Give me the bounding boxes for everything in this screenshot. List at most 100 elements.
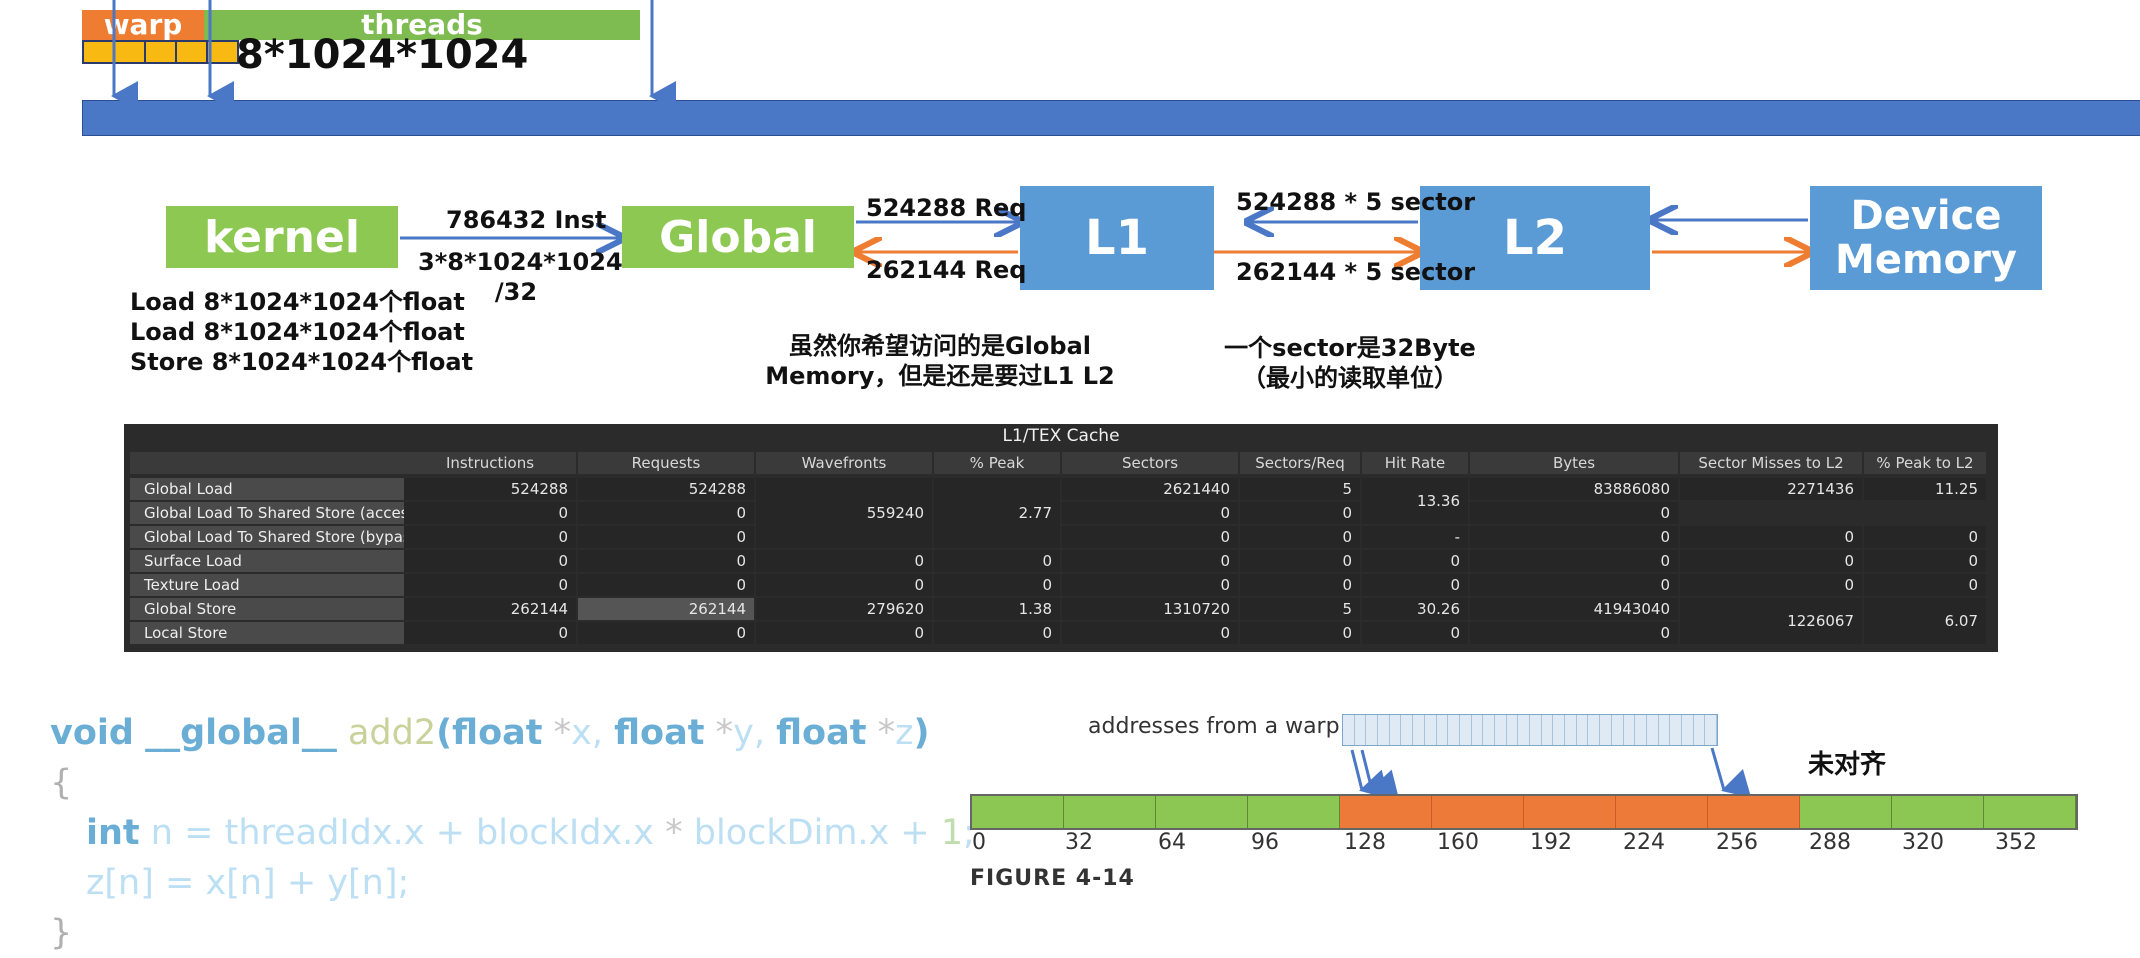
table-cell: 0 [1680, 550, 1862, 572]
column-header: Wavefronts [756, 452, 932, 474]
table-cell: 0 [1864, 574, 1986, 596]
l1-box: L1 [1020, 186, 1214, 290]
code-token: + [435, 813, 465, 853]
column-header: Bytes [1470, 452, 1678, 474]
code-token: 1 [940, 813, 964, 853]
code-token: int [86, 813, 140, 853]
addresses-label: addresses from a warp [1088, 714, 1340, 739]
memory-segment [1616, 796, 1708, 828]
code-token: } [50, 913, 73, 953]
figure-caption: FIGURE 4-14 [970, 866, 1135, 891]
table-cell: 0 [404, 526, 576, 548]
memory-segment [1064, 796, 1156, 828]
code-line-index: int n = threadIdx.x + blockIdx.x * block… [50, 808, 975, 858]
inst-label: 786432 Inst [446, 206, 607, 234]
code-token: z[n] [86, 863, 154, 903]
code-token: z [895, 713, 914, 753]
table-cell: 0 [1062, 502, 1238, 524]
column-header: Sectors [1062, 452, 1238, 474]
column-header: Hit Rate [1362, 452, 1468, 474]
table-cell: 0 [1362, 574, 1468, 596]
table-cell: 0 [404, 550, 576, 572]
code-line-signature: void __global__ add2(float *x, float *y,… [50, 708, 975, 758]
l1-tex-cache-table: L1/TEX Cache Instructions Requests Wavefro… [124, 424, 1998, 652]
tick-label: 32 [1065, 830, 1093, 855]
address-cell [1413, 715, 1425, 745]
table-cell: 2621440 [1062, 478, 1238, 500]
code-token: { [50, 763, 73, 803]
memory-segment [1984, 796, 2076, 828]
code-token: * [665, 813, 683, 853]
address-cell [1659, 715, 1671, 745]
table-cell: 5 [1240, 598, 1360, 620]
code-token: threadIdx.x [224, 813, 425, 853]
memory-segment [1524, 796, 1616, 828]
sector-store-label: 262144 * 5 sector [1236, 258, 1476, 286]
code-token: = [184, 813, 214, 853]
warp-addr-arrow [1350, 749, 1389, 799]
address-cell [1600, 715, 1612, 745]
address-cell [1577, 715, 1589, 745]
table-cell: 0 [1470, 502, 1678, 524]
memory-segment [1432, 796, 1524, 828]
tick-label: 160 [1437, 830, 1479, 855]
table-cell: 5 [1240, 478, 1360, 500]
table-cell: 0 [1680, 574, 1862, 596]
kernel-op-3: Store 8*1024*1024个float [130, 348, 474, 376]
address-cell [1612, 715, 1624, 745]
global-box: Global [622, 206, 854, 268]
code-token: ) [913, 713, 930, 753]
code-block: void __global__ add2(float *x, float *y,… [50, 708, 975, 958]
address-cell [1647, 715, 1659, 745]
address-cell [1694, 715, 1706, 745]
table-cell: 1.38 [934, 598, 1060, 620]
table-cell: 0 [1240, 550, 1360, 572]
table-cell: 0 [578, 502, 754, 524]
table-cell: 83886080 [1470, 478, 1678, 500]
table-cell: 0 [1470, 622, 1678, 644]
table-cell: 0 [1240, 526, 1360, 548]
code-token: blockIdx.x [476, 813, 654, 853]
code-token: = [165, 863, 195, 903]
code-token: x[n] [205, 863, 276, 903]
note-global-line2: Memory，但是还是要过L1 L2 [765, 362, 1115, 390]
address-cell [1670, 715, 1682, 745]
code-token: + [900, 813, 930, 853]
merged-cell: 2.77 [934, 478, 1060, 548]
column-header: % Peak to L2 [1864, 452, 1986, 474]
code-token: ( [436, 713, 453, 753]
table-cell: 0 [934, 550, 1060, 572]
address-cell [1355, 715, 1367, 745]
table-cell: 0 [1362, 622, 1468, 644]
merged-cell: 1226067 [1680, 598, 1862, 644]
tick-label: 256 [1716, 830, 1758, 855]
table-cell: 0 [404, 502, 576, 524]
code-line-close-brace: } [50, 908, 975, 958]
address-cell [1448, 715, 1460, 745]
address-cell [1495, 715, 1507, 745]
code-token: ; [397, 863, 410, 903]
address-cell [1472, 715, 1484, 745]
address-cell [1378, 715, 1390, 745]
unaligned-label: 未对齐 [1808, 750, 1887, 780]
code-token: * [877, 713, 896, 753]
address-cell [1553, 715, 1566, 745]
table-cell: 1310720 [1062, 598, 1238, 620]
note-sector-line2: （最小的读取单位） [1242, 364, 1458, 392]
code-token: void [50, 713, 134, 753]
tick-label: 96 [1251, 830, 1279, 855]
table-cell: 524288 [578, 478, 754, 500]
code-token: x [571, 713, 592, 753]
address-cell [1507, 715, 1519, 745]
row-label: Global Store [130, 598, 406, 620]
tick-label: 224 [1623, 830, 1665, 855]
table-cell: 0 [756, 550, 932, 572]
address-cell [1425, 715, 1437, 745]
req-load-label: 524288 Req [866, 194, 1027, 222]
address-cell [1588, 715, 1601, 745]
address-cell [1530, 715, 1542, 745]
table-cell: 0 [934, 574, 1060, 596]
memory-segment [1708, 796, 1800, 828]
row-label: Global Load To Shared Store (access) [130, 502, 406, 524]
table-cell: 0 [578, 550, 754, 572]
